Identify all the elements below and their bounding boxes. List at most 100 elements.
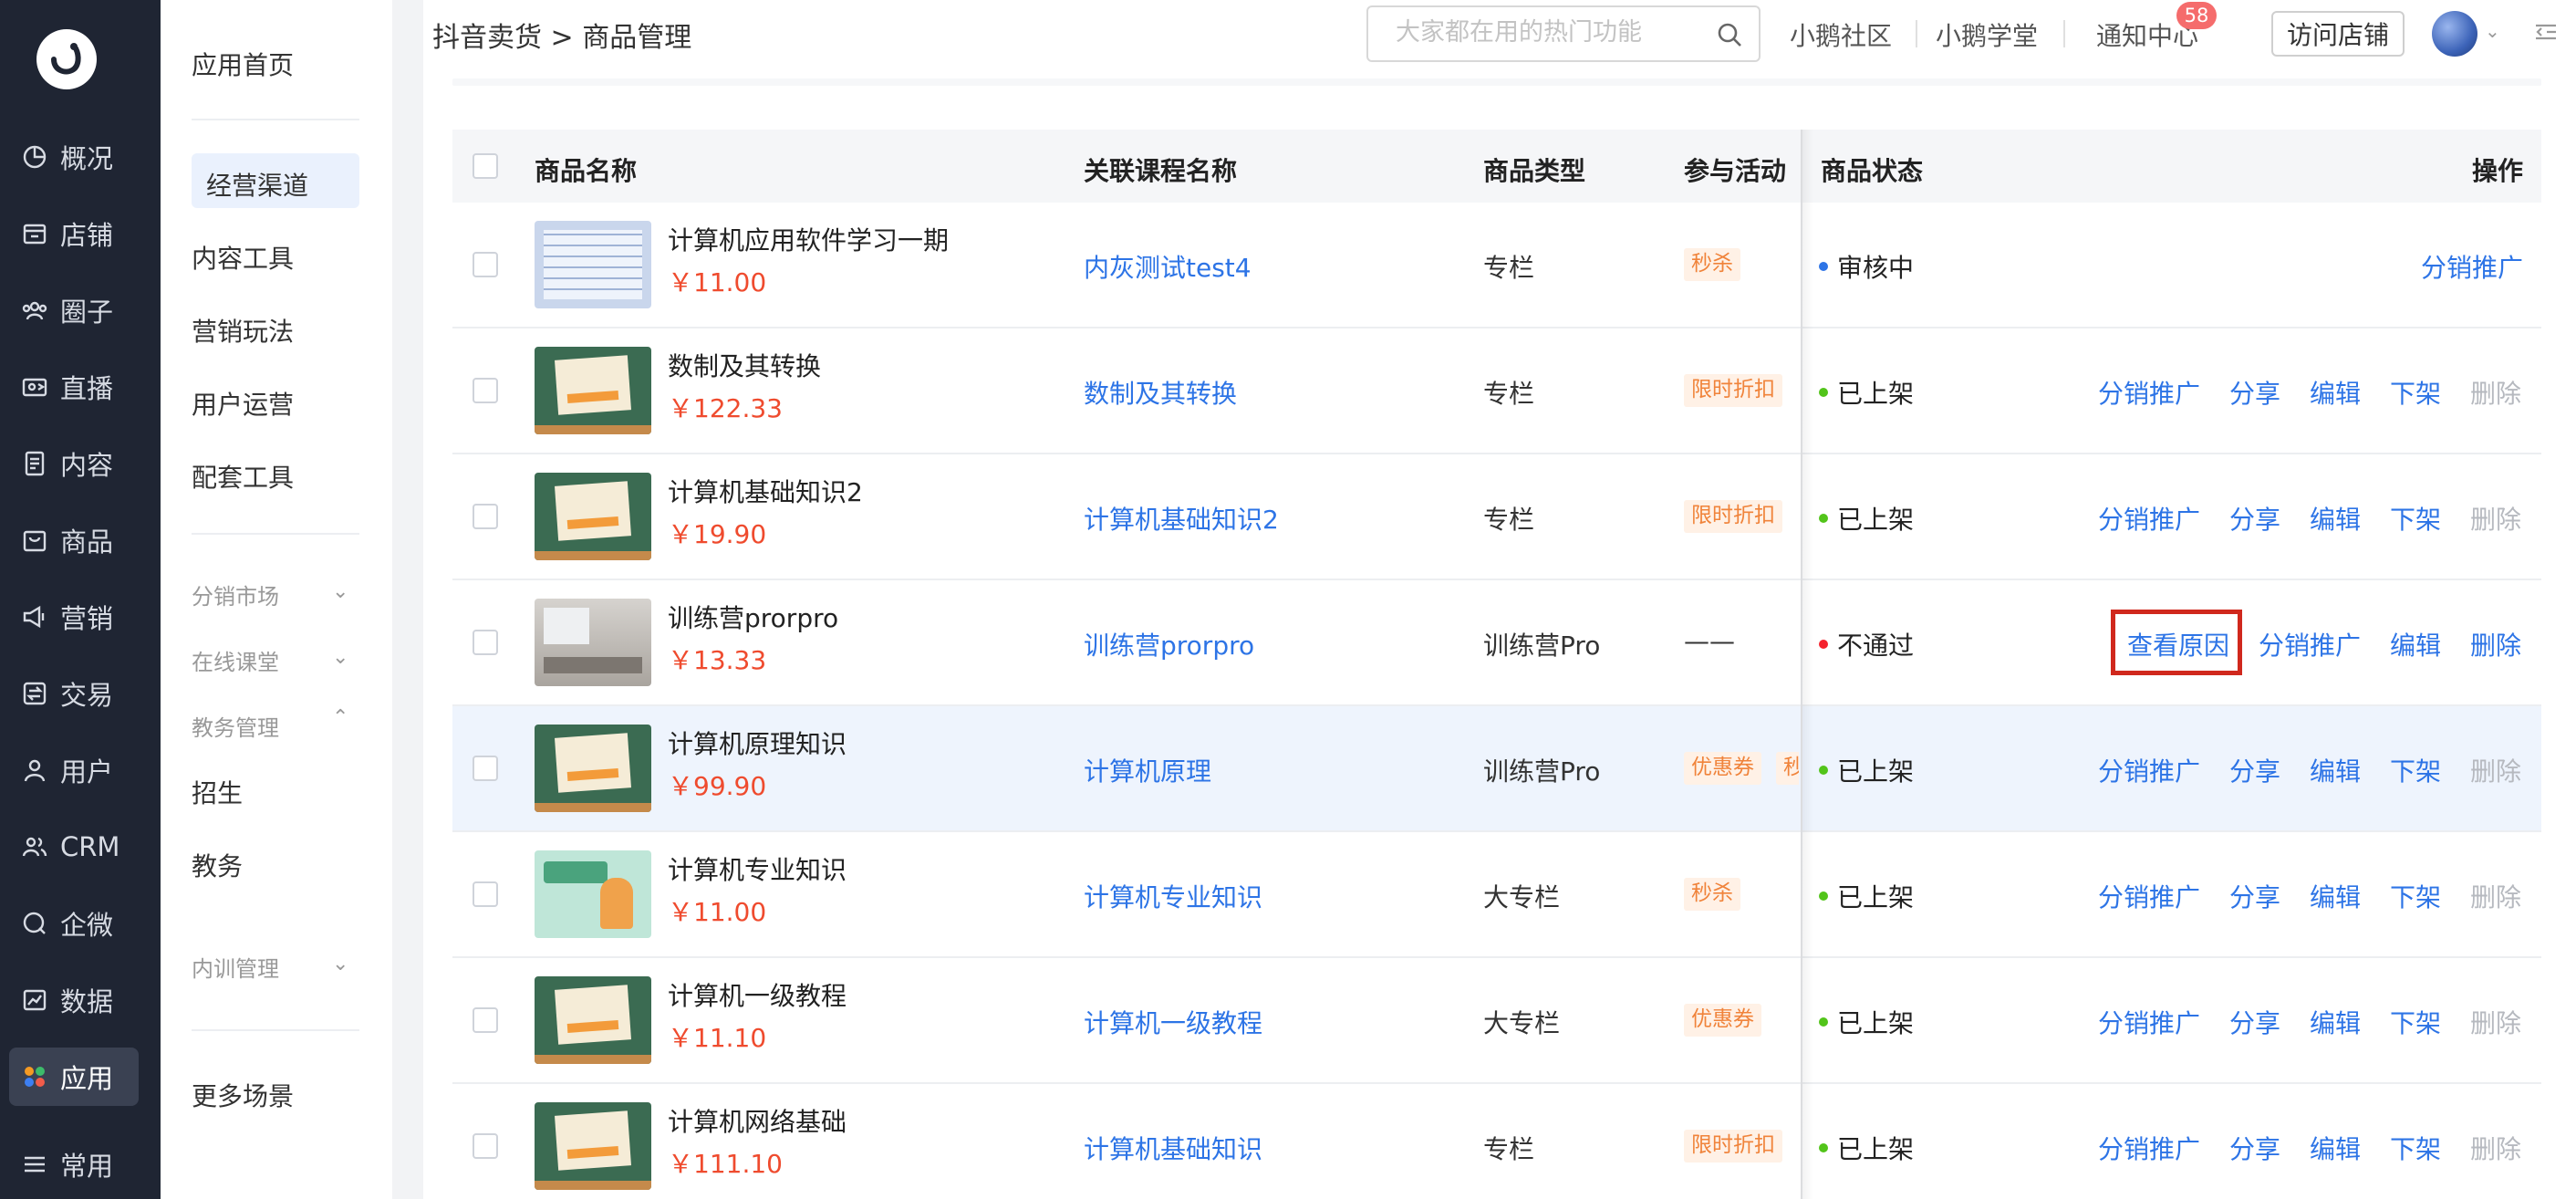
product-name[interactable]: 计算机专业知识 [668,850,847,887]
row-checkbox[interactable] [473,1133,498,1159]
product-name[interactable]: 计算机基础知识2 [668,473,863,509]
offshelf-button[interactable]: 下架 [2390,374,2441,411]
offshelf-button[interactable]: 下架 [2390,500,2441,537]
delete-button[interactable]: 删除 [2470,752,2521,788]
product-thumbnail[interactable] [535,347,651,434]
submenu-item-home[interactable]: 应用首页 [192,46,294,82]
offshelf-button[interactable]: 下架 [2390,878,2441,914]
nav-item-trade[interactable]: 交易 [0,664,161,723]
visit-store-button[interactable]: 访问店铺 [2271,11,2405,57]
edit-button[interactable]: 编辑 [2390,626,2441,662]
promote-button[interactable]: 分销推广 [2098,1004,2200,1040]
promote-button[interactable]: 分销推广 [2098,500,2200,537]
product-thumbnail[interactable] [535,221,651,308]
nav-item-goods[interactable]: 商品 [0,511,161,569]
product-name[interactable]: 计算机网络基础 [668,1102,847,1139]
submenu-item-teaching[interactable]: 教务 [192,847,243,883]
collapse-icon[interactable] [2530,16,2561,47]
product-name[interactable]: 计算机原理知识 [668,725,847,761]
share-button[interactable]: 分享 [2229,374,2280,411]
row-checkbox[interactable] [473,881,498,907]
submenu-item-channel[interactable]: 经营渠道 [192,153,359,208]
share-button[interactable]: 分享 [2229,1130,2280,1166]
submenu-item-support-tools[interactable]: 配套工具 [192,458,294,495]
product-thumbnail[interactable] [535,976,651,1064]
promote-button[interactable]: 分销推广 [2098,878,2200,914]
share-button[interactable]: 分享 [2229,878,2280,914]
product-thumbnail[interactable] [535,725,651,812]
submenu-item-more[interactable]: 更多场景 [192,1077,294,1113]
submenu-group-training[interactable]: 内训管理 ⌄ [192,951,359,983]
edit-button[interactable]: 编辑 [2310,1004,2361,1040]
submenu-item-marketing-play[interactable]: 营销玩法 [192,312,294,349]
product-thumbnail[interactable] [535,473,651,560]
nav-item-data[interactable]: 数据 [0,971,161,1029]
select-all-checkbox[interactable] [473,153,498,179]
promote-button[interactable]: 分销推广 [2259,626,2361,662]
course-link[interactable]: 数制及其转换 [1084,374,1237,411]
search-icon[interactable] [1715,20,1744,49]
nav-item-overview[interactable]: 概况 [0,128,161,186]
delete-button[interactable]: 删除 [2470,374,2521,411]
submenu-group-distribution[interactable]: 分销市场 ⌄ [192,579,359,610]
link-academy[interactable]: 小鹅学堂 [1936,16,2038,53]
promote-button[interactable]: 分销推广 [2421,248,2523,285]
nav-item-apps[interactable]: 应用 [9,1048,139,1106]
submenu-group-online-class[interactable]: 在线课堂 ⌄ [192,644,359,676]
row-checkbox[interactable] [473,756,498,781]
course-link[interactable]: 训练营prorpro [1084,626,1254,662]
nav-item-live[interactable]: 直播 [0,358,161,416]
course-link[interactable]: 计算机基础知识 [1084,1130,1262,1166]
row-checkbox[interactable] [473,1007,498,1033]
edit-button[interactable]: 编辑 [2310,752,2361,788]
row-checkbox[interactable] [473,252,498,277]
product-name[interactable]: 计算机一级教程 [668,976,847,1013]
nav-item-circle[interactable]: 圈子 [0,281,161,339]
offshelf-button[interactable]: 下架 [2390,752,2441,788]
app-logo-icon[interactable] [36,29,97,89]
chevron-down-icon[interactable]: ⌄ [2485,20,2500,42]
delete-button[interactable]: 删除 [2470,1004,2521,1040]
offshelf-button[interactable]: 下架 [2390,1004,2441,1040]
promote-button[interactable]: 分销推广 [2098,374,2200,411]
share-button[interactable]: 分享 [2229,752,2280,788]
offshelf-button[interactable]: 下架 [2390,1130,2441,1166]
course-link[interactable]: 计算机专业知识 [1084,878,1262,914]
nav-item-crm[interactable]: CRM [0,818,161,876]
nav-item-wecom[interactable]: 企微 [0,894,161,953]
search-input[interactable] [1396,18,1697,47]
submenu-item-user-ops[interactable]: 用户运营 [192,385,294,422]
row-checkbox[interactable] [473,378,498,403]
promote-button[interactable]: 分销推广 [2098,1130,2200,1166]
nav-item-user[interactable]: 用户 [0,741,161,799]
submenu-item-content-tools[interactable]: 内容工具 [192,239,294,276]
edit-button[interactable]: 编辑 [2310,500,2361,537]
delete-button[interactable]: 删除 [2470,500,2521,537]
edit-button[interactable]: 编辑 [2310,374,2361,411]
edit-button[interactable]: 编辑 [2310,878,2361,914]
row-checkbox[interactable] [473,504,498,529]
nav-item-content[interactable]: 内容 [0,434,161,493]
course-link[interactable]: 计算机一级教程 [1084,1004,1262,1040]
share-button[interactable]: 分享 [2229,500,2280,537]
delete-button[interactable]: 删除 [2470,1130,2521,1166]
avatar[interactable] [2432,11,2477,57]
delete-button[interactable]: 删除 [2470,626,2521,662]
product-name[interactable]: 训练营prorpro [668,599,838,635]
delete-button[interactable]: 删除 [2470,878,2521,914]
submenu-group-edu[interactable]: 教务管理 ⌃ [192,706,359,742]
product-thumbnail[interactable] [535,1102,651,1190]
product-thumbnail[interactable] [535,850,651,938]
nav-item-store[interactable]: 店铺 [0,204,161,263]
edit-button[interactable]: 编辑 [2310,1130,2361,1166]
row-checkbox[interactable] [473,630,498,655]
product-name[interactable]: 数制及其转换 [668,347,821,383]
course-link[interactable]: 内灰测试test4 [1084,248,1252,285]
nav-item-common[interactable]: 常用 [0,1135,161,1194]
share-button[interactable]: 分享 [2229,1004,2280,1040]
submenu-item-enroll[interactable]: 招生 [192,774,243,810]
nav-item-marketing[interactable]: 营销 [0,588,161,646]
view-reason-button[interactable]: 查看原因 [2127,626,2229,662]
promote-button[interactable]: 分销推广 [2098,752,2200,788]
course-link[interactable]: 计算机基础知识2 [1084,500,1279,537]
